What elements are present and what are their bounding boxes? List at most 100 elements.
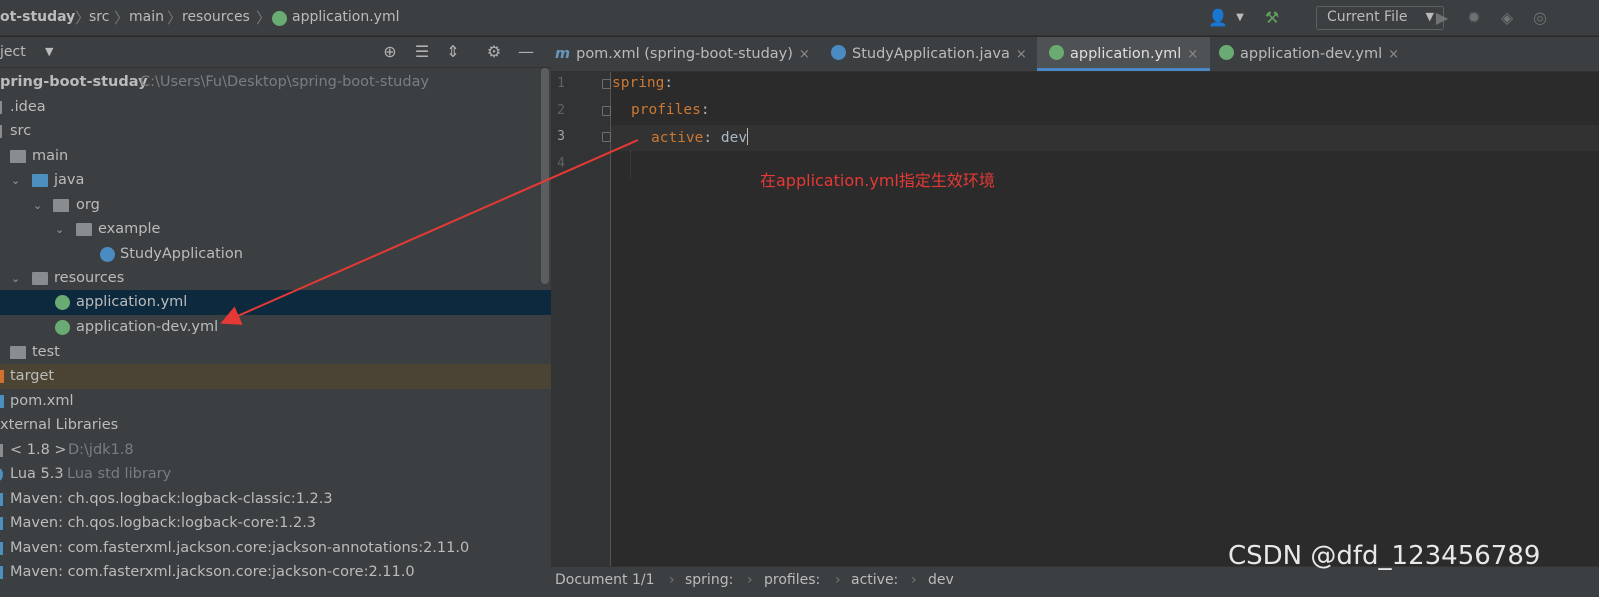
excluded-folder-icon — [0, 370, 4, 383]
library-icon — [0, 517, 3, 530]
breadcrumb-dev[interactable]: dev — [928, 572, 954, 588]
tab-study-application[interactable]: StudyApplication.java × — [831, 37, 1027, 71]
tree-item-label: xternal Libraries — [0, 417, 119, 433]
fold-marker-icon[interactable] — [602, 106, 611, 116]
breadcrumb-separator: › — [669, 572, 675, 588]
tree-item-path: C:\Users\Fu\Desktop\spring-boot-studay — [140, 74, 430, 90]
code-line-1: spring: — [612, 75, 673, 91]
tree-item-application-yml[interactable]: application.yml — [0, 290, 551, 315]
folder-icon — [10, 150, 26, 163]
locate-target-icon[interactable]: ⊕ — [380, 42, 400, 62]
chevron-down-icon[interactable]: ⌄ — [55, 217, 64, 242]
indent-guide — [630, 150, 632, 178]
chevron-down-icon[interactable]: ▼ — [1230, 8, 1250, 28]
yaml-colon: : — [703, 130, 721, 146]
tree-item-label: src — [10, 123, 32, 139]
tab-application-yml[interactable]: application.yml × — [1037, 37, 1211, 71]
close-icon[interactable]: × — [1388, 47, 1399, 62]
project-view-title[interactable]: ject — [0, 44, 26, 60]
gear-icon[interactable]: ⚙ — [484, 42, 504, 62]
tree-item-label: < 1.8 > — [10, 442, 67, 458]
debug-icon[interactable]: ✹ — [1464, 8, 1484, 28]
tree-item-label: pring-boot-studay — [0, 74, 148, 90]
tab-application-dev-yml[interactable]: application-dev.yml × — [1219, 37, 1399, 71]
tree-item-lua[interactable]: Lua 5.3 Lua std library — [0, 462, 551, 487]
line-number: 4 — [557, 156, 565, 171]
tree-item-library[interactable]: Maven: com.fasterxml.jackson.core:jackso… — [0, 560, 551, 585]
tree-item-external-libraries[interactable]: xternal Libraries — [0, 413, 551, 438]
breadcrumb-spring[interactable]: spring: — [685, 572, 733, 588]
breadcrumb-separator: › — [747, 572, 753, 588]
breadcrumb-main[interactable]: main — [129, 9, 164, 25]
tree-item-src[interactable]: src — [0, 119, 551, 144]
line-number: 3 — [557, 129, 565, 144]
tree-item-main[interactable]: main — [0, 144, 551, 169]
breadcrumb-profiles[interactable]: profiles: — [764, 572, 820, 588]
close-icon[interactable]: × — [799, 47, 810, 62]
breadcrumb-separator: › — [911, 572, 917, 588]
tree-item-library[interactable]: Maven: ch.qos.logback:logback-core:1.2.3 — [0, 511, 551, 536]
chevron-down-icon[interactable]: ▼ — [45, 45, 53, 58]
hide-panel-icon[interactable]: — — [516, 42, 536, 62]
code-line-2: profiles: — [631, 102, 710, 118]
maven-icon: m — [555, 46, 571, 62]
tree-item-pom-xml[interactable]: pom.xml — [0, 389, 551, 414]
breadcrumb-project[interactable]: ot-studay — [0, 9, 75, 25]
tab-pom-xml[interactable]: m pom.xml (spring-boot-studay) × — [555, 37, 810, 71]
folder-icon — [10, 346, 26, 359]
profile-icon[interactable]: ◎ — [1530, 8, 1550, 28]
navigation-bar: ot-studay 〉 src 〉 main 〉 resources 〉 app… — [0, 0, 1599, 36]
tree-item-org[interactable]: ⌄ org — [0, 193, 551, 218]
package-icon — [76, 223, 92, 236]
tree-item-test[interactable]: test — [0, 340, 551, 365]
build-hammer-icon[interactable]: ⚒ — [1262, 8, 1282, 28]
breadcrumb-active[interactable]: active: — [851, 572, 898, 588]
fold-marker-icon[interactable] — [602, 132, 611, 142]
tree-item-label: example — [98, 221, 161, 237]
tree-item-study-application[interactable]: StudyApplication — [0, 242, 551, 267]
run-configuration-select[interactable]: Current File ▼ — [1316, 6, 1444, 30]
tree-item-idea[interactable]: .idea — [0, 95, 551, 120]
close-icon[interactable]: × — [1016, 47, 1027, 62]
expand-all-icon[interactable]: ☰ — [412, 42, 432, 62]
breadcrumb-resources[interactable]: resources — [182, 9, 250, 25]
tree-item-label: Maven: ch.qos.logback:logback-classic:1.… — [10, 491, 333, 507]
tree-item-application-dev-yml[interactable]: application-dev.yml — [0, 315, 551, 340]
tree-item-library[interactable]: Maven: ch.qos.logback:logback-classic:1.… — [0, 487, 551, 512]
document-indicator[interactable]: Document 1/1 — [555, 572, 655, 588]
breadcrumb-separator: 〉 — [167, 9, 183, 27]
coverage-icon[interactable]: ◈ — [1497, 8, 1517, 28]
library-icon — [0, 493, 3, 506]
chevron-down-icon[interactable]: ⌄ — [11, 168, 20, 193]
chevron-down-icon[interactable]: ⌄ — [33, 193, 42, 218]
tab-label: pom.xml (spring-boot-studay) — [576, 46, 793, 62]
tree-item-resources[interactable]: ⌄ resources — [0, 266, 551, 291]
tree-item-label: pom.xml — [10, 393, 74, 409]
breadcrumb-file[interactable]: application.yml — [292, 9, 400, 25]
code-editor[interactable]: 1 2 3 4 spring: profiles: active: dev — [551, 72, 1599, 566]
fold-marker-icon[interactable] — [602, 79, 611, 89]
spring-yaml-icon — [1219, 45, 1234, 60]
chevron-down-icon[interactable]: ⌄ — [11, 266, 20, 291]
run-icon[interactable]: ▶ — [1432, 8, 1452, 28]
tree-item-library[interactable]: Maven: com.fasterxml.jackson.core:jackso… — [0, 536, 551, 561]
tree-item-java[interactable]: ⌄ java — [0, 168, 551, 193]
jdk-icon — [0, 444, 3, 457]
yaml-colon: : — [664, 75, 674, 91]
tree-item-example[interactable]: ⌄ example — [0, 217, 551, 242]
tab-label: StudyApplication.java — [852, 46, 1010, 62]
breadcrumb-src[interactable]: src — [89, 9, 109, 25]
tree-item-project-root[interactable]: pring-boot-studay C:\Users\Fu\Desktop\sp… — [0, 70, 551, 95]
line-number-gutter[interactable]: 1 2 3 4 — [551, 72, 611, 566]
editor-tabs: m pom.xml (spring-boot-studay) × StudyAppl… — [551, 37, 1599, 72]
user-icon[interactable]: 👤 — [1208, 8, 1228, 28]
breadcrumb-separator: › — [835, 572, 841, 588]
tree-item-label: application.yml — [76, 294, 188, 310]
collapse-all-icon[interactable]: ⇕ — [443, 42, 463, 62]
tree-item-target[interactable]: target — [0, 364, 551, 389]
close-icon[interactable]: × — [1187, 47, 1198, 62]
tree-item-jdk[interactable]: < 1.8 > D:\jdk1.8 — [0, 438, 551, 463]
watermark: CSDN @dfd_123456789 — [1228, 541, 1541, 571]
project-tree: pring-boot-studay C:\Users\Fu\Desktop\sp… — [0, 68, 551, 597]
tree-item-label: java — [54, 172, 85, 188]
